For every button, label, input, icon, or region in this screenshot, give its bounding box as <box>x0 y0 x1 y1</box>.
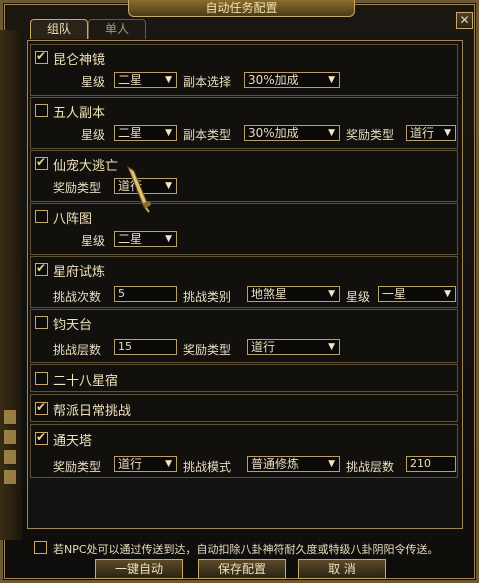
section-juntian: 钧天台 挑战层数 15 奖励类型 道行 ▼ <box>30 309 458 363</box>
section-tongtian: 通天塔 奖励类型 道行 ▼ 挑战模式 普通修炼 ▼ 挑战层数 210 <box>30 424 458 478</box>
auto-all-button[interactable]: 一键自动 <box>95 559 183 579</box>
section-title: 五人副本 <box>53 106 106 121</box>
select-value: 二星 <box>118 232 143 246</box>
section-star-trial: 星府试炼 挑战次数 5 挑战类别 地煞星 ▼ 星级 一星 ▼ <box>30 256 458 308</box>
deco-glyph <box>4 430 16 444</box>
triangle-down-icon: ▼ <box>328 75 335 85</box>
teleport-note: 若NPC处可以通过传送到达，自动扣除八卦神符耐久度或特级八卦阴阳令传送。 <box>53 543 439 556</box>
select-value: 一星 <box>382 287 407 301</box>
star-select[interactable]: 二星 ▼ <box>114 125 177 141</box>
challenge-mode-select[interactable]: 普通修炼 ▼ <box>247 456 340 472</box>
reward-type-select[interactable]: 道行 ▼ <box>406 125 456 141</box>
field-label: 星级 <box>81 128 106 142</box>
sword-cursor-icon <box>126 165 151 213</box>
five-person-checkbox[interactable] <box>35 104 48 117</box>
triangle-down-icon: ▼ <box>165 234 172 244</box>
field-label: 挑战类别 <box>183 290 232 304</box>
section-pet-escape: 仙宠大逃亡 奖励类型 道行▼ <box>30 150 458 202</box>
field-label: 挑战模式 <box>183 460 232 474</box>
select-value: 普通修炼 <box>251 457 300 471</box>
field-label: 星级 <box>346 290 371 304</box>
field-label: 奖励类型 <box>53 181 102 195</box>
challenge-floor-input[interactable]: 15 <box>114 339 177 355</box>
cancel-button[interactable]: 取 消 <box>298 559 386 579</box>
field-label: 星级 <box>81 75 106 89</box>
select-value: 地煞星 <box>251 287 288 301</box>
section-eight-array: 八阵图 星级 二星 ▼ <box>30 203 458 255</box>
guild-daily-checkbox[interactable] <box>35 400 48 415</box>
field-label: 挑战层数 <box>346 460 395 474</box>
field-label: 副本选择 <box>183 75 232 89</box>
triangle-down-icon: ▼ <box>165 128 172 138</box>
triangle-down-icon: ▼ <box>165 75 172 85</box>
reward-type-select[interactable]: 道行 ▼ <box>114 456 177 472</box>
triangle-down-icon: ▼ <box>444 128 451 138</box>
challenge-count-input[interactable]: 5 <box>114 286 177 302</box>
select-value: 二星 <box>118 73 143 87</box>
save-config-button[interactable]: 保存配置 <box>198 559 286 579</box>
field-label: 挑战层数 <box>53 343 102 357</box>
section-title: 仙宠大逃亡 <box>53 159 119 174</box>
tower-floor-input[interactable]: 210 <box>406 456 456 472</box>
triangle-down-icon: ▼ <box>328 128 335 138</box>
close-icon[interactable]: ✕ <box>456 12 473 29</box>
tab-team[interactable]: 组队 <box>30 19 88 39</box>
section-title: 昆仑神镜 <box>53 53 106 68</box>
star-trial-checkbox[interactable] <box>35 261 48 276</box>
section-title: 帮派日常挑战 <box>53 404 132 419</box>
section-28-mansions: 二十八星宿 <box>30 364 458 392</box>
field-label: 奖励类型 <box>183 343 232 357</box>
star-select[interactable]: 二星 ▼ <box>114 72 177 88</box>
section-title: 通天塔 <box>53 434 93 449</box>
kunlun-checkbox[interactable] <box>35 49 48 64</box>
left-edge-decoration <box>0 30 22 540</box>
field-label: 星级 <box>81 234 106 248</box>
tongtian-checkbox[interactable] <box>35 430 48 445</box>
mansions-checkbox[interactable] <box>35 372 48 385</box>
field-label: 奖励类型 <box>346 128 395 142</box>
triangle-down-icon: ▼ <box>165 181 172 191</box>
section-guild-daily: 帮派日常挑战 <box>30 394 458 422</box>
section-kunlun: 昆仑神镜 星级 二星 ▼ 副本选择 30%加成 ▼ <box>30 44 458 96</box>
npc-teleport-checkbox[interactable] <box>34 541 47 554</box>
pet-escape-checkbox[interactable] <box>35 155 48 170</box>
star-select[interactable]: 一星 ▼ <box>378 286 456 302</box>
select-value: 道行 <box>118 457 143 471</box>
deco-glyph <box>4 410 16 424</box>
triangle-down-icon: ▼ <box>328 459 335 469</box>
triangle-down-icon: ▼ <box>328 342 335 352</box>
select-value: 道行 <box>251 340 276 354</box>
field-label: 副本类型 <box>183 128 232 142</box>
section-title: 二十八星宿 <box>53 374 119 389</box>
deco-glyph <box>4 470 16 484</box>
section-title: 星府试炼 <box>53 265 106 280</box>
section-title: 钧天台 <box>53 318 93 333</box>
tab-solo[interactable]: 单人 <box>88 19 146 39</box>
eight-array-checkbox[interactable] <box>35 210 48 223</box>
deco-glyph <box>4 450 16 464</box>
juntian-checkbox[interactable] <box>35 316 48 329</box>
select-value: 道行 <box>410 126 435 140</box>
triangle-down-icon: ▼ <box>444 289 451 299</box>
triangle-down-icon: ▼ <box>328 289 335 299</box>
dungeon-select[interactable]: 30%加成 ▼ <box>244 72 340 88</box>
select-value: 30%加成 <box>248 73 299 87</box>
challenge-category-select[interactable]: 地煞星 ▼ <box>247 286 340 302</box>
triangle-down-icon: ▼ <box>165 459 172 469</box>
star-select[interactable]: 二星 ▼ <box>114 231 177 247</box>
field-label: 奖励类型 <box>53 460 102 474</box>
dungeon-type-select[interactable]: 30%加成 ▼ <box>244 125 340 141</box>
select-value: 二星 <box>118 126 143 140</box>
section-title: 八阵图 <box>53 212 93 227</box>
section-five-person: 五人副本 星级 二星 ▼ 副本类型 30%加成 ▼ 奖励类型 道行 ▼ <box>30 97 458 149</box>
window-title: 自动任务配置 <box>128 0 355 17</box>
field-label: 挑战次数 <box>53 290 102 304</box>
select-value: 30%加成 <box>248 126 299 140</box>
reward-type-select[interactable]: 道行 ▼ <box>247 339 340 355</box>
